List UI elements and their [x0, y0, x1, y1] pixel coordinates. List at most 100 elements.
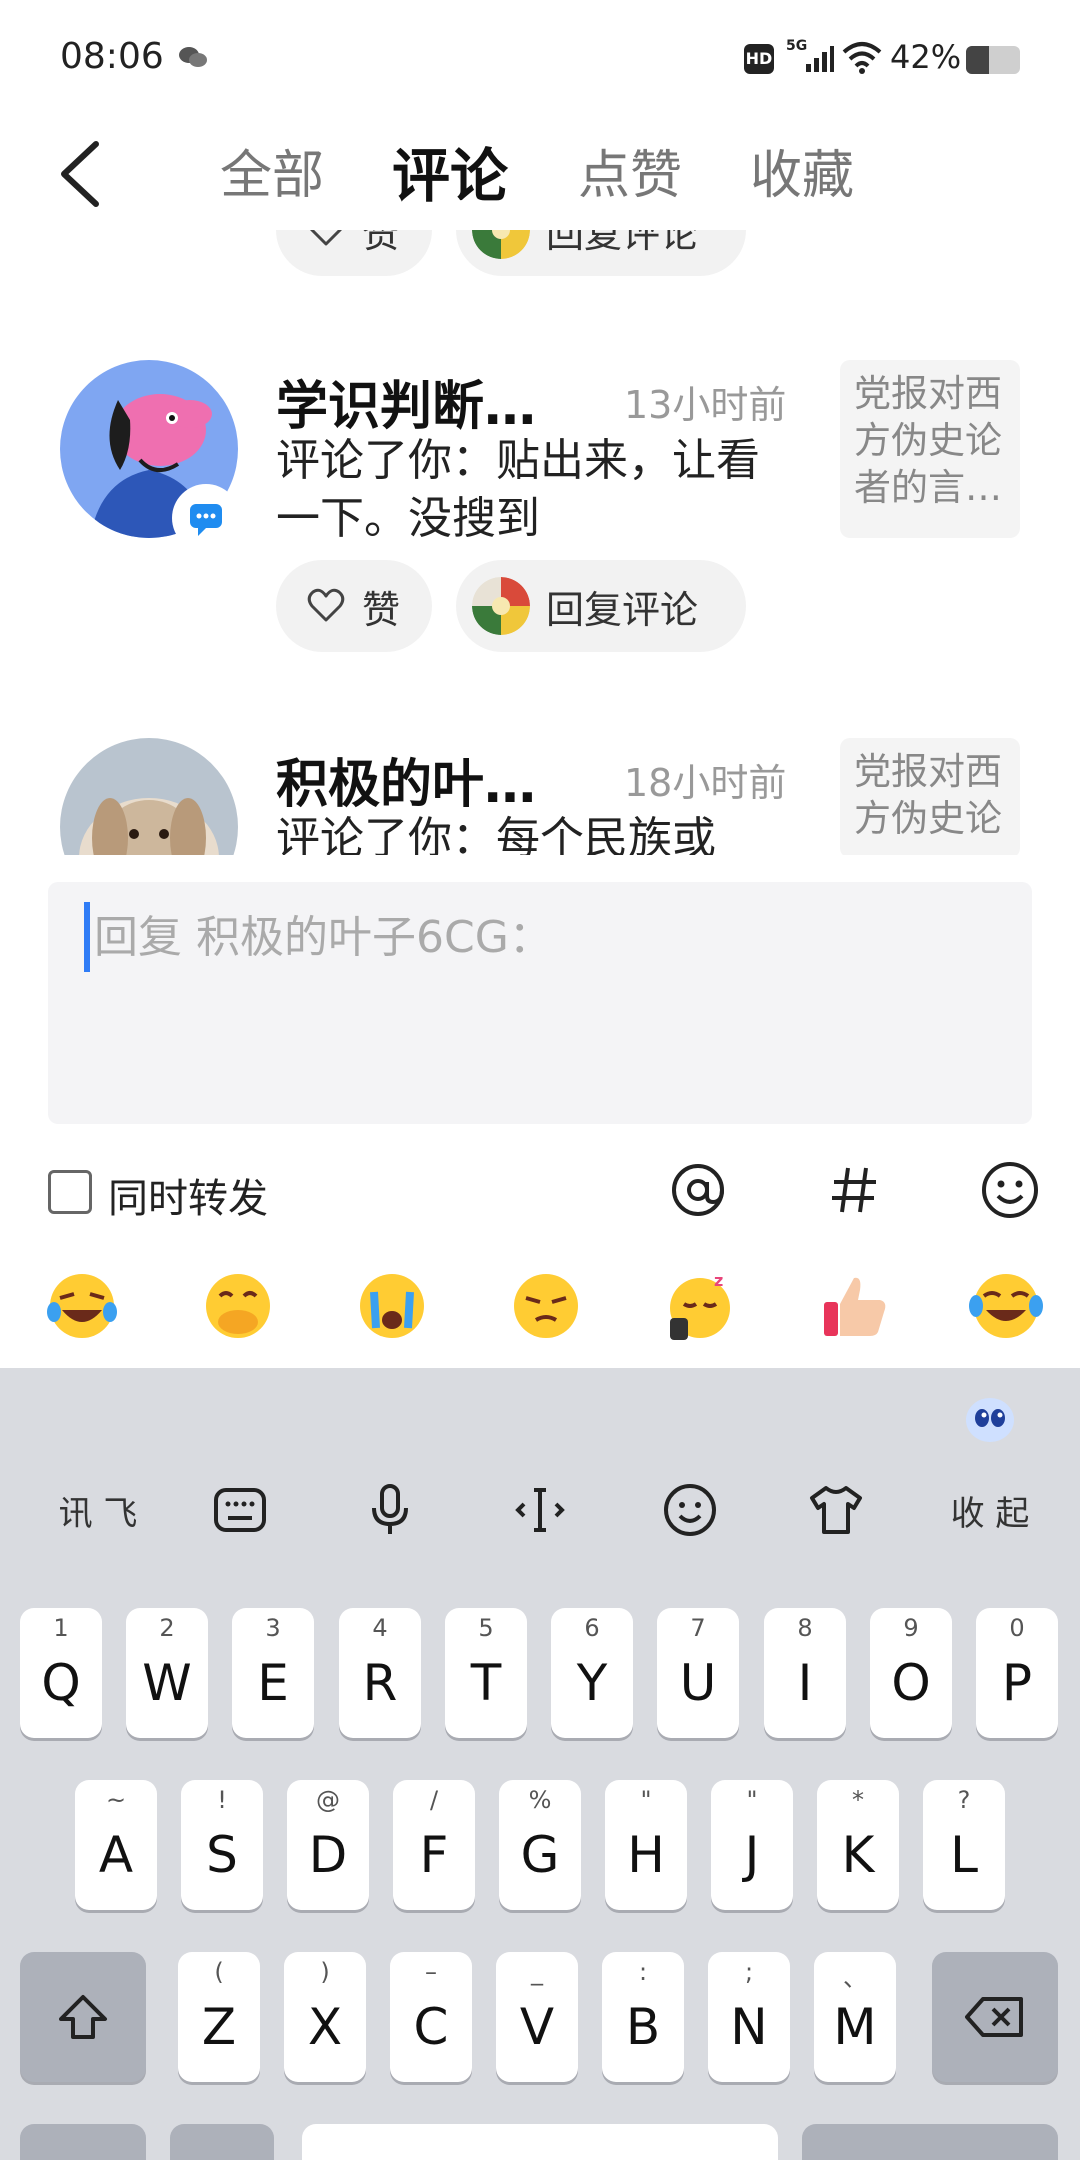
reply-input[interactable]: [94, 902, 994, 972]
key-sub-label: ": [640, 1786, 652, 1814]
like-button[interactable]: 赞: [276, 560, 432, 652]
my-avatar: [472, 230, 530, 259]
symbol-key[interactable]: [20, 2124, 146, 2160]
number-key[interactable]: [170, 2124, 274, 2160]
network-type: 5G: [786, 38, 807, 54]
key-j[interactable]: " J: [711, 1780, 793, 1910]
comment-username[interactable]: 学识判断…: [276, 364, 536, 439]
shift-key[interactable]: [20, 1952, 146, 2082]
key-f[interactable]: / F: [393, 1780, 475, 1910]
keyboard-skin-icon[interactable]: [806, 1482, 866, 1538]
key-o[interactable]: 9O: [870, 1608, 952, 1738]
key-b[interactable]: :B: [602, 1952, 684, 2082]
referenced-post[interactable]: 党报对西方伪史论: [840, 738, 1020, 855]
key-z[interactable]: (Z: [178, 1952, 260, 2082]
key-l[interactable]: ? L: [923, 1780, 1005, 1910]
comment-item[interactable]: 学识判断… 13小时前 评论了你：贴出来，让看一下。没搜到 党报对西方伪史论者的…: [0, 360, 1080, 720]
reply-options: 同时转发: [0, 1150, 1080, 1230]
key-sub-label: *: [852, 1786, 864, 1814]
key-w[interactable]: 2W: [126, 1608, 208, 1738]
key-s[interactable]: ! S: [181, 1780, 263, 1910]
ifly-brand-label[interactable]: 讯 飞: [48, 1482, 148, 1538]
back-icon[interactable]: [52, 136, 112, 212]
key-sub-label: _: [531, 1958, 543, 1986]
tab-likes[interactable]: 点赞: [578, 136, 682, 216]
comment-feed[interactable]: 赞 回复评论 学识判断… 13小时前 评论了你：贴出来，让看一下。没搜到 党报对…: [0, 230, 1080, 855]
enter-key[interactable]: [802, 2124, 1058, 2160]
keyboard-emoji-icon[interactable]: [660, 1482, 720, 1538]
key-label: V: [519, 1998, 555, 2056]
backspace-key[interactable]: [932, 1952, 1058, 2082]
key-sub-label: 7: [690, 1614, 706, 1642]
key-r[interactable]: 4R: [339, 1608, 421, 1738]
comment-username[interactable]: 积极的叶…: [276, 742, 536, 817]
user-avatar[interactable]: [60, 738, 238, 855]
keyboard-layout-icon[interactable]: [210, 1482, 270, 1538]
tab-all[interactable]: 全部: [220, 136, 324, 216]
key-t[interactable]: 5T: [445, 1608, 527, 1738]
key-label: L: [950, 1826, 978, 1884]
comment-text: 评论了你：贴出来，让看一下。没搜到: [276, 435, 760, 544]
reply-comment-label: 回复评论: [546, 230, 699, 256]
referenced-post[interactable]: 党报对西方伪史论者的言…: [840, 360, 1020, 538]
key-m[interactable]: 、 M: [814, 1952, 896, 2082]
key-e[interactable]: 3E: [232, 1608, 314, 1738]
emoji-icon[interactable]: [978, 1158, 1042, 1222]
space-key[interactable]: [302, 2124, 778, 2160]
key-label: X: [307, 1998, 343, 2056]
key-c[interactable]: – C: [390, 1952, 472, 2082]
comment-item[interactable]: 积极的叶… 18小时前 评论了你：每个民族或 党报对西方伪史论: [0, 738, 1080, 855]
reply-box[interactable]: [48, 882, 1032, 1124]
key-q[interactable]: 1Q: [20, 1608, 102, 1738]
key-sub-label: 1: [53, 1614, 69, 1642]
top-nav: 全部 评论 点赞 收藏: [0, 120, 1080, 230]
reply-comment-button[interactable]: 回复评论: [456, 230, 746, 276]
sleepy-emoji-icon[interactable]: z: [662, 1268, 738, 1344]
tears-of-joy-emoji-icon[interactable]: [968, 1268, 1044, 1344]
battery-icon: [966, 46, 1020, 74]
key-h[interactable]: " H: [605, 1780, 687, 1910]
key-u[interactable]: 7U: [657, 1608, 739, 1738]
rofl-emoji-icon[interactable]: [44, 1268, 120, 1344]
key-g[interactable]: % G: [499, 1780, 581, 1910]
comment-text: 评论了你：每个民族或: [276, 813, 716, 855]
cursor-move-icon[interactable]: [510, 1482, 570, 1538]
key-i[interactable]: 8I: [764, 1608, 846, 1738]
microphone-icon[interactable]: [360, 1482, 420, 1538]
status-bar: 08:06 HD 5G 42%: [0, 0, 1080, 120]
hand-over-mouth-emoji-icon[interactable]: [200, 1268, 276, 1344]
key-x[interactable]: ) X: [284, 1952, 366, 2082]
key-d[interactable]: @ D: [287, 1780, 369, 1910]
like-button[interactable]: 赞: [276, 230, 432, 276]
forward-label[interactable]: 同时转发: [108, 1166, 268, 1224]
like-label: 赞: [362, 587, 401, 632]
reply-comment-button[interactable]: 回复评论: [456, 560, 746, 652]
ifly-mascot-icon[interactable]: [960, 1388, 1020, 1448]
key-label: E: [257, 1654, 289, 1712]
hashtag-icon[interactable]: [822, 1158, 886, 1222]
mention-icon[interactable]: [666, 1158, 730, 1222]
key-v[interactable]: _ V: [496, 1952, 578, 2082]
forward-checkbox[interactable]: [48, 1170, 92, 1214]
collapse-keyboard-label[interactable]: 收 起: [940, 1482, 1040, 1538]
like-label: 赞: [362, 230, 401, 256]
svg-text:z: z: [714, 1271, 723, 1290]
tab-comments[interactable]: 评论: [392, 136, 508, 216]
key-p[interactable]: 0P: [976, 1608, 1058, 1738]
keyboard-toolbar: 讯 飞 收 起: [0, 1468, 1080, 1552]
crying-emoji-icon[interactable]: [354, 1268, 430, 1344]
backspace-icon: [965, 1997, 1023, 2037]
battery-percent: 42%: [890, 38, 962, 76]
heart-icon: [307, 588, 345, 622]
key-k[interactable]: * K: [817, 1780, 899, 1910]
tab-favorites[interactable]: 收藏: [750, 136, 854, 216]
unamused-emoji-icon[interactable]: [508, 1268, 584, 1344]
key-label: N: [730, 1998, 768, 2056]
key-n[interactable]: ; N: [708, 1952, 790, 2082]
key-a[interactable]: ~ A: [75, 1780, 157, 1910]
key-label: C: [413, 1998, 449, 2056]
key-label: Q: [41, 1654, 81, 1712]
thumbs-up-emoji-icon[interactable]: [818, 1268, 894, 1344]
key-label: F: [419, 1826, 449, 1884]
key-y[interactable]: 6Y: [551, 1608, 633, 1738]
